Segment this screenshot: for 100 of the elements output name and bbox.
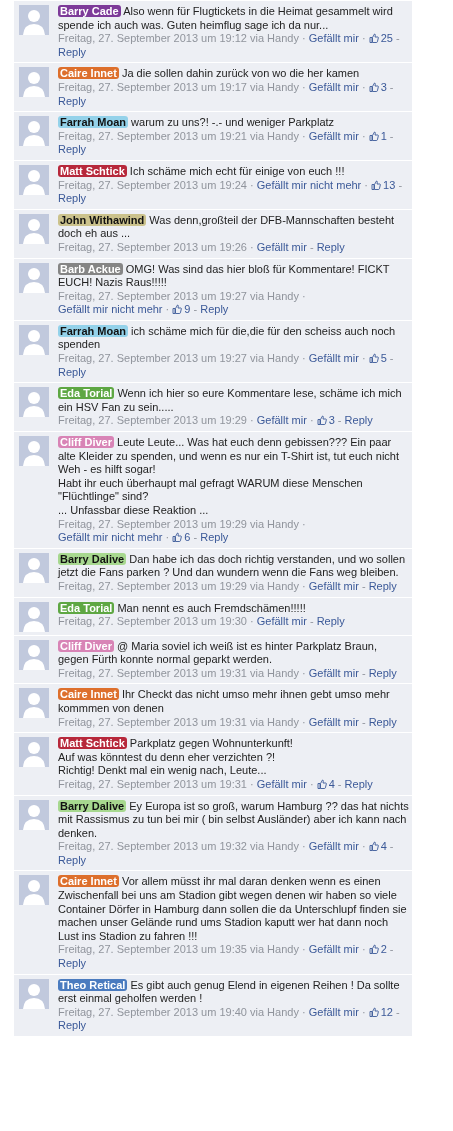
avatar-icon — [19, 875, 49, 906]
comment-text: Farrah Moan warum zu uns?! -.- und weniger Parkplatz — [58, 116, 336, 130]
action-link[interactable]: Gefällt mir nicht mehr — [256, 178, 362, 191]
action-link[interactable]: Reply — [200, 303, 229, 316]
like-count[interactable]: 13 — [371, 178, 396, 191]
action-link[interactable]: Gefällt mir — [308, 32, 359, 45]
author-name[interactable]: Caire Innet — [58, 875, 119, 888]
action-link[interactable]: Reply — [368, 579, 397, 592]
action-link[interactable]: Reply — [58, 853, 87, 866]
action-link[interactable]: Reply — [58, 94, 87, 107]
author-name[interactable]: Matt Schtick — [58, 737, 127, 750]
avatar-icon — [19, 688, 49, 719]
thumbs-up-icon — [172, 304, 183, 315]
action-link[interactable]: Gefällt mir nicht mehr — [58, 531, 163, 544]
like-count[interactable]: 5 — [368, 352, 387, 365]
like-count[interactable]: 25 — [368, 32, 393, 45]
author-name[interactable]: Caire Innet — [58, 688, 119, 701]
action-link[interactable]: Gefällt mir — [308, 666, 359, 679]
like-count[interactable]: 4 — [316, 777, 335, 790]
action-link[interactable]: Reply — [58, 192, 87, 205]
like-count[interactable]: 6 — [172, 531, 191, 544]
action-link[interactable]: Reply — [58, 143, 87, 156]
separator: · — [302, 129, 306, 142]
action-link[interactable]: Gefällt mir — [256, 414, 307, 427]
separator: · — [302, 715, 306, 728]
action-link[interactable]: Gefällt mir — [308, 129, 359, 142]
avatar-icon — [19, 213, 49, 244]
avatar-icon — [19, 164, 49, 195]
separator: · — [302, 579, 306, 592]
action-link[interactable]: Gefällt mir — [308, 80, 359, 93]
comment-text: John Withawind Was denn,großteil der DFB-Mannschaften besteht doch eh aus ... — [58, 213, 396, 241]
author-name[interactable]: Farrah Moan — [58, 116, 128, 129]
action-link[interactable]: Reply — [368, 715, 397, 728]
action-link[interactable]: Gefällt mir — [308, 840, 359, 853]
avatar-icon — [19, 262, 49, 293]
action-link[interactable]: Reply — [316, 615, 345, 628]
comment-text: Matt Schtick Parkplatz gegen Wohnunterkunft! Auf was könntest du denn eher verzichten ?! Richtig! Denkt mal ein wenig nach, Leute... — [58, 737, 294, 778]
avatar-icon — [19, 324, 49, 355]
separator: - — [361, 579, 366, 592]
action-link[interactable]: Gefällt mir — [256, 777, 307, 790]
action-link[interactable]: Gefällt mir — [308, 715, 359, 728]
like-count[interactable]: 3 — [368, 80, 387, 93]
comment-text: Eda Torial Man nennt es auch Fremdschämen!!!!! — [58, 601, 307, 616]
like-count[interactable]: 9 — [172, 303, 191, 316]
separator: · — [309, 414, 314, 427]
separator: · — [361, 1005, 366, 1018]
author-name[interactable]: Caire Innet — [58, 67, 119, 80]
separator: - — [395, 1005, 400, 1018]
separator: - — [309, 615, 314, 628]
avatar-icon — [19, 978, 49, 1009]
like-count[interactable]: 3 — [316, 414, 335, 427]
separator: · — [364, 178, 368, 191]
like-count[interactable]: 4 — [368, 840, 387, 853]
action-link[interactable]: Reply — [316, 240, 345, 253]
action-link[interactable]: Reply — [58, 365, 87, 378]
comment-date: Freitag, 27. September 2013 um 19:40 via Handy — [58, 1005, 299, 1018]
action-link[interactable]: Reply — [58, 957, 87, 970]
author-name[interactable]: Barry Cade — [58, 5, 121, 17]
author-name[interactable]: John Withawind — [58, 213, 147, 226]
separator: - — [389, 943, 394, 956]
separator: - — [309, 240, 314, 253]
action-link[interactable]: Reply — [58, 45, 87, 58]
like-count[interactable]: 1 — [368, 129, 387, 142]
thumbs-up-icon — [368, 353, 379, 364]
avatar-icon — [19, 639, 49, 670]
separator: · — [361, 129, 366, 142]
separator: · — [302, 943, 306, 956]
author-name[interactable]: Barry Dalive — [58, 552, 127, 565]
author-name[interactable]: Matt Schtick — [58, 164, 127, 177]
separator: · — [302, 352, 306, 365]
comment-text: Matt Schtick Ich schäme mich echt für einige von euch !!! — [58, 164, 346, 179]
thumbs-up-icon — [368, 33, 379, 44]
action-link[interactable]: Gefällt mir — [308, 352, 359, 365]
comment-date: Freitag, 27. September 2013 um 19:31 — [58, 777, 247, 790]
author-name[interactable]: Farrah Moan — [58, 324, 128, 337]
separator: - — [398, 178, 403, 191]
action-link[interactable]: Gefällt mir — [308, 943, 359, 956]
author-name[interactable]: Barb Ackue — [58, 262, 123, 275]
comment-text: Eda Torial Wenn ich hier so eure Kommentare lese, schäme ich mich ein HSV Fan zu sein..... — [58, 387, 403, 415]
avatar-icon — [19, 116, 49, 147]
action-link[interactable]: Gefällt mir — [256, 615, 307, 628]
action-link[interactable]: Reply — [368, 666, 397, 679]
action-link[interactable]: Reply — [58, 1019, 87, 1032]
action-link[interactable]: Gefällt mir nicht mehr — [58, 303, 163, 316]
action-link[interactable]: Reply — [200, 531, 229, 544]
avatar-icon — [19, 737, 49, 768]
author-name[interactable]: Barry Dalive — [58, 799, 127, 812]
author-name[interactable]: Theo Retical — [58, 978, 128, 991]
action-link[interactable]: Gefällt mir — [256, 240, 307, 253]
separator: - — [337, 777, 342, 790]
separator: · — [250, 777, 254, 790]
action-link[interactable]: Gefällt mir — [308, 579, 359, 592]
action-link[interactable]: Reply — [344, 414, 373, 427]
like-count[interactable]: 12 — [368, 1005, 393, 1018]
comment-text: Barry Cade Also wenn für Flugtickets in die Heimat gesammelt wird spende ich auch was. Guten heimflug sage ich da nur... — [58, 5, 394, 33]
comment-text: Caire Innet Ja die sollen dahin zurück von wo die her kamen — [58, 67, 361, 81]
comment-text: Caire Innet Vor allem müsst ihr mal daran denken wenn es einen Zwischenfall bei uns am Stadion gibt wegen denen wir haben so viele Container Dörfer in Hamburg dann sollen die da Unterschlupf finden sie machen unser Gelände rund ums Stadion kaputt wer hat dann noch Lust ins Stadion zu fahren !!! — [58, 875, 408, 944]
like-count[interactable]: 2 — [368, 943, 387, 956]
action-link[interactable]: Gefällt mir — [308, 1005, 359, 1018]
action-link[interactable]: Reply — [344, 777, 373, 790]
